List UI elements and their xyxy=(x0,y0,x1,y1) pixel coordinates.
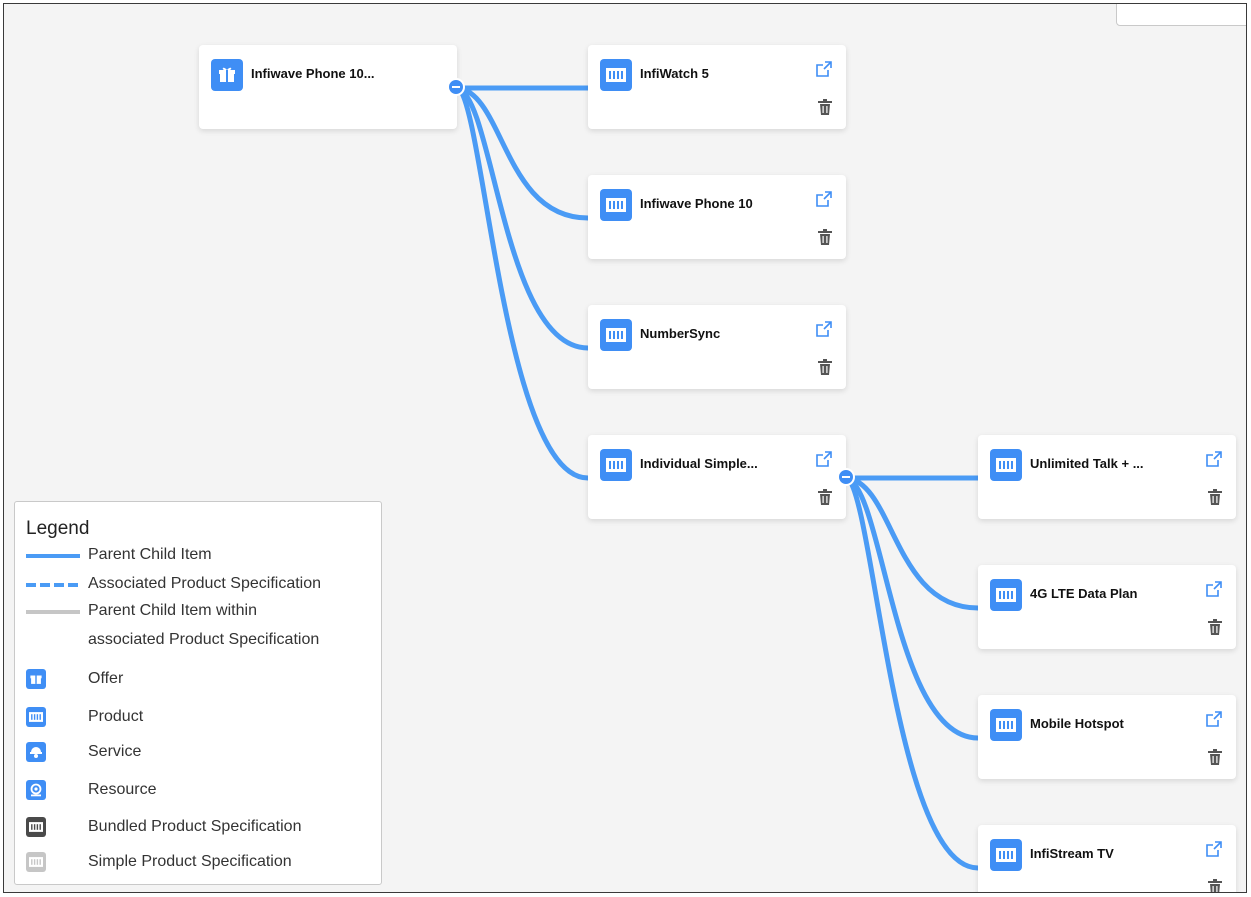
legend-row-offer: Offer xyxy=(26,669,386,691)
legend-line-parent-child: Parent Child Item xyxy=(26,546,386,566)
node-label: NumberSync xyxy=(640,326,721,341)
product-icon xyxy=(600,189,632,221)
node-infistream-tv[interactable]: InfiStream TV xyxy=(978,825,1236,892)
node-root-offer[interactable]: Infiwave Phone 10... xyxy=(199,45,457,129)
delete-icon[interactable] xyxy=(1208,489,1222,505)
product-icon xyxy=(990,449,1022,481)
legend-label: Simple Product Specification xyxy=(88,853,292,870)
node-label: InfiStream TV xyxy=(1030,846,1114,861)
node-label: Infiwave Phone 10 xyxy=(640,196,753,211)
solid-line-swatch xyxy=(26,554,80,558)
legend-label: Service xyxy=(88,743,142,760)
dashed-line-swatch xyxy=(26,583,80,587)
legend-row-product: Product xyxy=(26,707,386,729)
delete-icon[interactable] xyxy=(1208,619,1222,635)
legend-label: Resource xyxy=(88,781,157,798)
legend-line-associated-spec: Associated Product Specification xyxy=(26,575,386,595)
bundled-spec-icon xyxy=(26,817,46,837)
hierarchy-canvas[interactable]: Infiwave Phone 10... InfiWatch 5 Infiwav… xyxy=(3,3,1247,893)
legend-row-service: Service xyxy=(26,742,386,764)
node-numbersync[interactable]: NumberSync xyxy=(588,305,846,389)
open-record-icon[interactable] xyxy=(816,321,832,337)
delete-icon[interactable] xyxy=(818,359,832,375)
delete-icon[interactable] xyxy=(818,99,832,115)
node-label: 4G LTE Data Plan xyxy=(1030,586,1138,601)
open-record-icon[interactable] xyxy=(816,191,832,207)
delete-icon[interactable] xyxy=(818,229,832,245)
open-record-icon[interactable] xyxy=(1206,841,1222,857)
node-4g-lte-data-plan[interactable]: 4G LTE Data Plan xyxy=(978,565,1236,649)
node-label: Infiwave Phone 10... xyxy=(251,66,375,81)
legend-label: Parent Child Item within xyxy=(88,602,257,619)
legend-label: Bundled Product Specification xyxy=(88,818,302,835)
legend-line-within-spec-cont: associated Product Specification xyxy=(26,631,386,651)
legend-row-resource: Resource xyxy=(26,780,386,802)
node-individual-simple[interactable]: Individual Simple... xyxy=(588,435,846,519)
legend-label: Product xyxy=(88,708,144,725)
delete-icon[interactable] xyxy=(1208,879,1222,892)
legend-row-simple-spec: Simple Product Specification xyxy=(26,852,386,874)
node-infiwatch-5[interactable]: InfiWatch 5 xyxy=(588,45,846,129)
resource-icon xyxy=(26,780,46,800)
node-mobile-hotspot[interactable]: Mobile Hotspot xyxy=(978,695,1236,779)
legend-row-bundled-spec: Bundled Product Specification xyxy=(26,817,386,839)
node-label: InfiWatch 5 xyxy=(640,66,709,81)
simple-spec-icon xyxy=(26,852,46,872)
offer-icon xyxy=(211,59,243,91)
offer-icon xyxy=(26,669,46,689)
open-record-icon[interactable] xyxy=(1206,581,1222,597)
product-icon xyxy=(990,709,1022,741)
legend-line-within-spec: Parent Child Item within xyxy=(26,602,386,622)
node-unlimited-talk[interactable]: Unlimited Talk + ... xyxy=(978,435,1236,519)
open-record-icon[interactable] xyxy=(816,61,832,77)
collapse-root-toggle[interactable] xyxy=(447,78,465,96)
product-icon xyxy=(600,449,632,481)
open-record-icon[interactable] xyxy=(1206,711,1222,727)
legend-label: Parent Child Item xyxy=(88,546,212,563)
legend-panel: Legend Parent Child Item Associated Prod… xyxy=(14,501,382,885)
product-icon xyxy=(990,579,1022,611)
product-icon xyxy=(600,319,632,351)
node-label: Mobile Hotspot xyxy=(1030,716,1124,731)
node-label: Unlimited Talk + ... xyxy=(1030,456,1144,471)
legend-title: Legend xyxy=(26,518,90,539)
node-label: Individual Simple... xyxy=(640,456,758,471)
legend-label: Associated Product Specification xyxy=(88,575,322,592)
node-infiwave-phone-10[interactable]: Infiwave Phone 10 xyxy=(588,175,846,259)
product-icon xyxy=(600,59,632,91)
legend-label: Offer xyxy=(88,670,124,687)
open-record-icon[interactable] xyxy=(1206,451,1222,467)
product-icon xyxy=(26,707,46,727)
delete-icon[interactable] xyxy=(1208,749,1222,765)
service-icon xyxy=(26,742,46,762)
collapse-individual-simple-toggle[interactable] xyxy=(837,468,855,486)
gray-line-swatch xyxy=(26,610,80,614)
open-record-icon[interactable] xyxy=(816,451,832,467)
delete-icon[interactable] xyxy=(818,489,832,505)
product-icon xyxy=(990,839,1022,871)
legend-label: associated Product Specification xyxy=(88,631,320,648)
